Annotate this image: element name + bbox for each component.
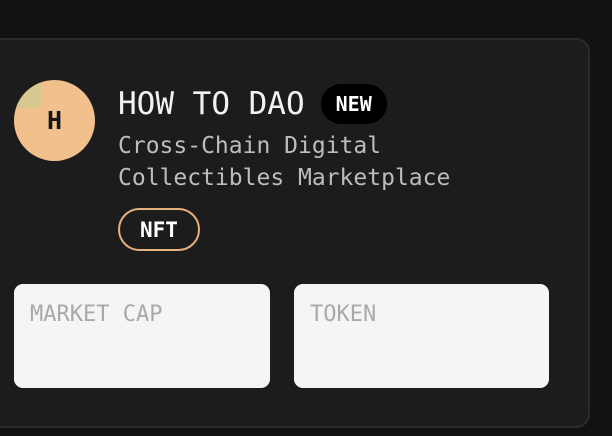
token-box: TOKEN — [294, 284, 549, 388]
category-tag-label: NFT — [140, 217, 178, 242]
avatar-letter: H — [46, 106, 63, 135]
title-row: HOW TO DAO NEW — [118, 84, 387, 124]
market-cap-label: MARKET CAP — [30, 302, 163, 327]
category-tag[interactable]: NFT — [118, 208, 200, 251]
new-badge: NEW — [320, 84, 387, 124]
page: H HOW TO DAO NEW Cross-Chain Digital Col… — [0, 0, 612, 436]
market-cap-box: MARKET CAP — [14, 284, 270, 388]
project-description: Cross-Chain Digital Collectibles Marketp… — [118, 133, 451, 191]
avatar: H — [14, 80, 95, 161]
project-title: HOW TO DAO — [118, 86, 305, 122]
avatar-corner-accent — [14, 80, 41, 108]
token-label: TOKEN — [310, 302, 377, 327]
